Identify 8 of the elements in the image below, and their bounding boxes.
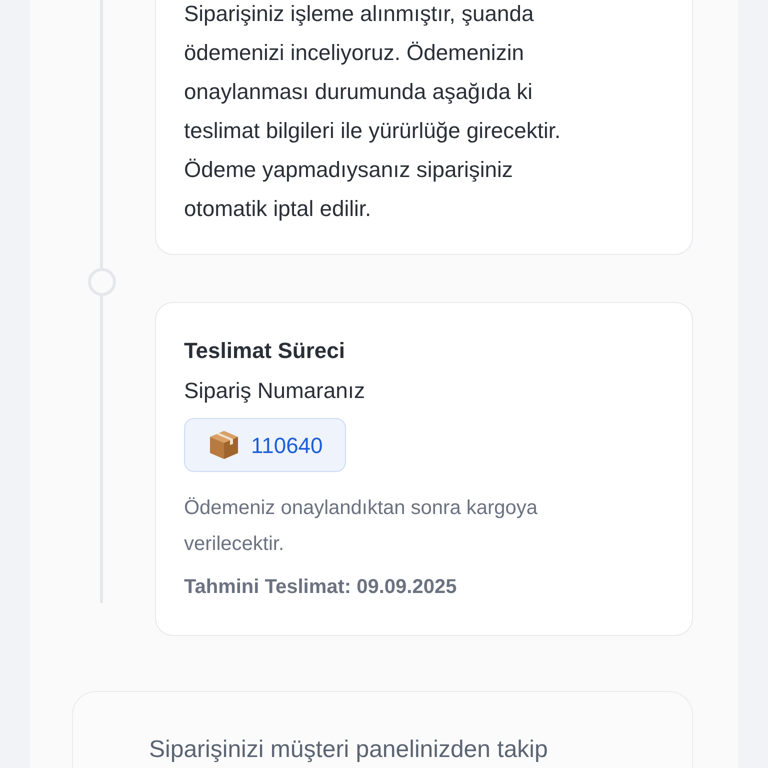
package-icon <box>207 428 241 462</box>
footer-text: Siparişinizi müşteri panelinizden takip <box>149 736 549 764</box>
shipping-note: Ödemeniz onaylandıktan sonra kargoya verilecektir. <box>184 496 539 557</box>
card-title: Teslimat Süreci <box>184 337 346 365</box>
order-label: Sipariş Numaranız <box>184 377 366 405</box>
status-message: Siparişiniz işleme alınmıştır, şuanda ödemenizi inceliyoruz. Ödemenizin onaylanması durumunda aşağıda ki teslimat bilgileri ile yürürlüğe girecektir. Ödeme yapmadıysanız siparişiniz otomatik iptal edilir. <box>184 0 562 223</box>
order-number: 110640 <box>251 432 323 460</box>
estimated-delivery: Tahmini Teslimat: 09.09.2025 <box>184 575 458 600</box>
